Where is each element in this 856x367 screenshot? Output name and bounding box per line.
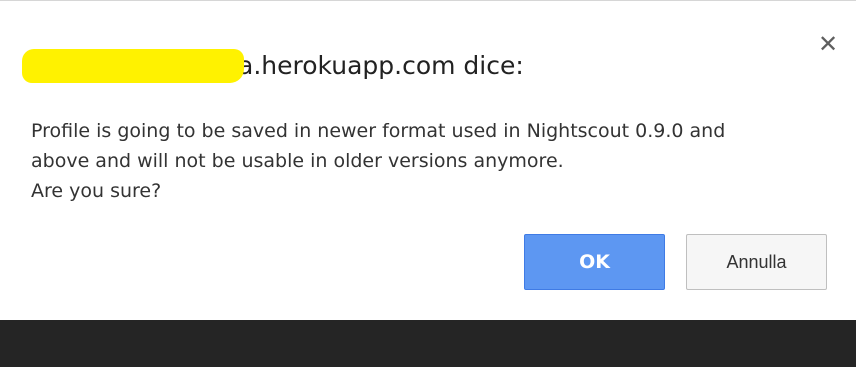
message-line-1: Profile is going to be saved in newer fo… <box>31 120 726 142</box>
close-icon[interactable]: ✕ <box>812 29 844 59</box>
page: a.herokuapp.com dice: ✕ Profile is going… <box>0 0 856 367</box>
background-page-band <box>0 320 856 367</box>
redaction-mark <box>22 49 244 83</box>
message-line-3: Are you sure? <box>31 180 162 202</box>
ok-button[interactable]: OK <box>524 234 665 290</box>
confirm-dialog: a.herokuapp.com dice: ✕ Profile is going… <box>0 1 856 320</box>
dialog-message: Profile is going to be saved in newer fo… <box>31 116 831 206</box>
dialog-title: a.herokuapp.com dice: <box>238 51 524 80</box>
message-line-2: above and will not be usable in older ve… <box>31 150 564 172</box>
cancel-button[interactable]: Annulla <box>686 234 827 290</box>
